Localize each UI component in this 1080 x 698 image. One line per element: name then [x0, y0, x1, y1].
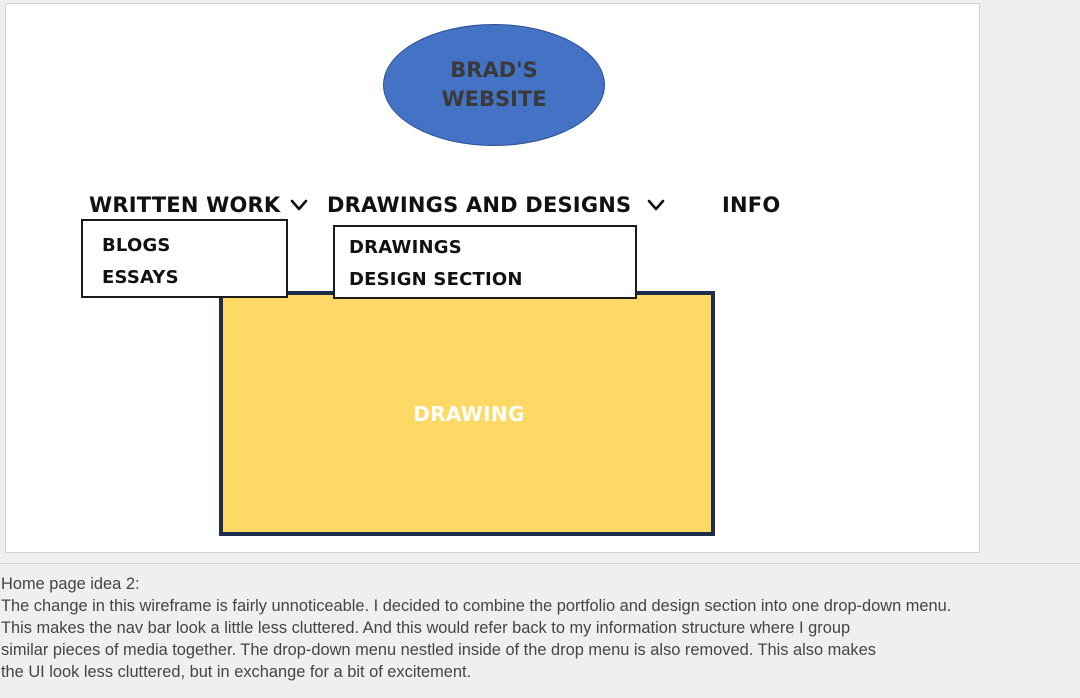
speaker-notes[interactable]: Home page idea 2: The change in this wir… [1, 573, 1079, 683]
notes-divider [0, 563, 1080, 564]
dropdown-drawings-and-designs: DRAWINGS DESIGN SECTION [333, 225, 637, 299]
notes-line: the UI look less cluttered, but in excha… [1, 663, 472, 681]
dropdown-item-blogs[interactable]: BLOGS [102, 235, 171, 256]
notes-line: The change in this wireframe is fairly u… [1, 597, 952, 615]
notes-line: Home page idea 2: [1, 575, 140, 593]
notes-line: similar pieces of media together. The dr… [1, 641, 876, 659]
nav-item-written-work[interactable]: WRITTEN WORK [89, 190, 308, 220]
app-window: BRAD'S WEBSITE WRITTEN WORK DRAWINGS AND… [0, 0, 1080, 698]
dropdown-item-drawings[interactable]: DRAWINGS [349, 237, 462, 258]
dropdown-item-essays[interactable]: ESSAYS [102, 267, 179, 288]
site-logo[interactable]: BRAD'S WEBSITE [383, 24, 605, 146]
site-logo-text: BRAD'S WEBSITE [441, 58, 547, 111]
chevron-down-icon[interactable] [647, 196, 665, 214]
nav-item-label: INFO [722, 193, 781, 217]
content-label: DRAWING [413, 401, 525, 426]
dropdown-written-work: BLOGS ESSAYS [81, 219, 288, 298]
nav-item-drawings-and-designs[interactable]: DRAWINGS AND DESIGNS [327, 190, 665, 220]
notes-line: This makes the nav bar look a little les… [1, 619, 851, 637]
wireframe-slide: BRAD'S WEBSITE WRITTEN WORK DRAWINGS AND… [5, 3, 980, 553]
drawing-content-box: DRAWING [219, 291, 715, 536]
nav-item-label: WRITTEN WORK [89, 193, 281, 217]
nav-item-info[interactable]: INFO [722, 190, 780, 220]
chevron-down-icon[interactable] [290, 196, 308, 214]
dropdown-item-design-section[interactable]: DESIGN SECTION [349, 269, 523, 290]
nav-item-label: DRAWINGS AND DESIGNS [327, 193, 632, 217]
